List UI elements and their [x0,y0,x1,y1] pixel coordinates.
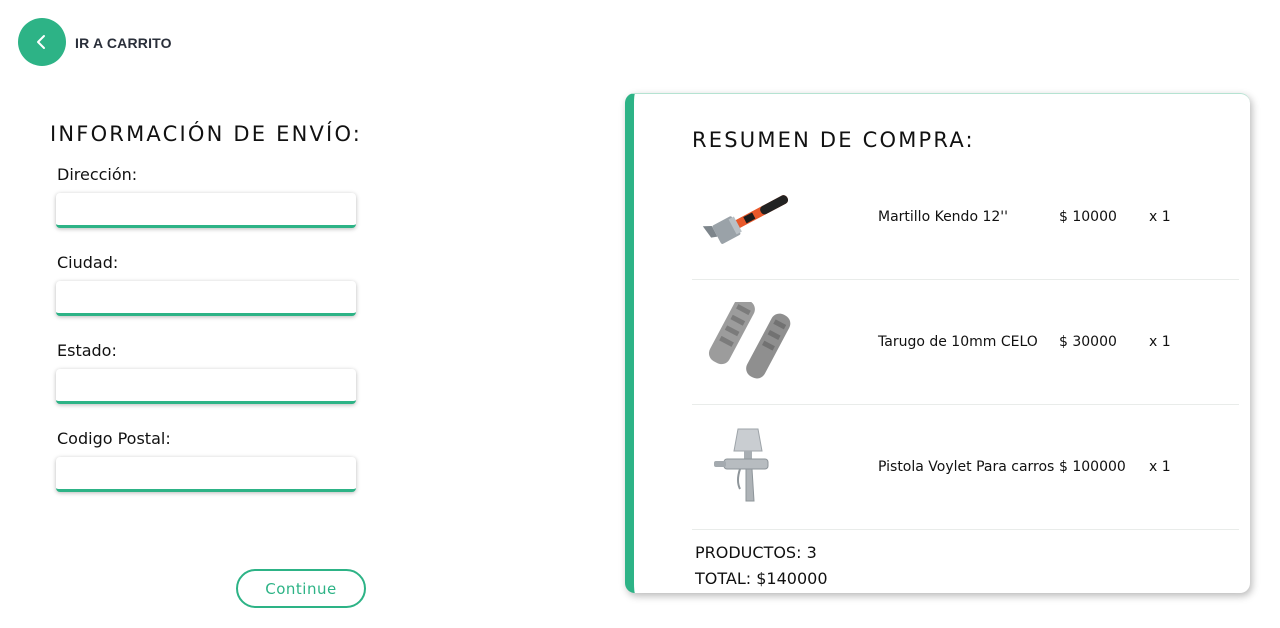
address-label: Dirección: [57,165,138,184]
product-row: Martillo Kendo 12'' $ 10000 x 1 [692,155,1239,280]
city-label: Ciudad: [57,253,119,272]
postal-code-input[interactable] [56,457,356,492]
product-quantity: x 1 [1149,209,1171,225]
spray-gun-icon [700,427,800,507]
state-label: Estado: [57,341,117,360]
product-price: $ 10000 [1059,209,1117,225]
product-quantity: x 1 [1149,334,1171,350]
back-to-cart-label[interactable]: IR A CARRITO [75,35,172,51]
state-input[interactable] [56,369,356,404]
product-name: Martillo Kendo 12'' [878,209,1008,225]
products-count: PRODUCTOS: 3 [695,543,817,562]
product-row: Tarugo de 10mm CELO $ 30000 x 1 [692,280,1239,405]
postal-code-label: Codigo Postal: [57,429,171,448]
product-price: $ 100000 [1059,459,1126,475]
summary-title: RESUMEN DE COMPRA: [692,128,975,152]
order-summary-card: RESUMEN DE COMPRA: Martillo Kendo 12'' $… [625,93,1250,593]
product-name: Pistola Voylet Para carros [878,459,1055,475]
back-to-cart-button[interactable] [18,18,66,66]
order-total: TOTAL: $140000 [695,569,828,588]
shipping-title: INFORMACIÓN DE ENVÍO: [50,122,363,146]
city-input[interactable] [56,281,356,316]
address-input[interactable] [56,193,356,228]
continue-button[interactable]: Continue [236,569,366,608]
product-price: $ 30000 [1059,334,1117,350]
hammer-icon [700,177,800,257]
product-quantity: x 1 [1149,459,1171,475]
wall-plug-icon [700,302,800,382]
product-row: Pistola Voylet Para carros $ 100000 x 1 [692,405,1239,530]
product-name: Tarugo de 10mm CELO [878,334,1038,350]
chevron-left-icon [37,35,45,49]
